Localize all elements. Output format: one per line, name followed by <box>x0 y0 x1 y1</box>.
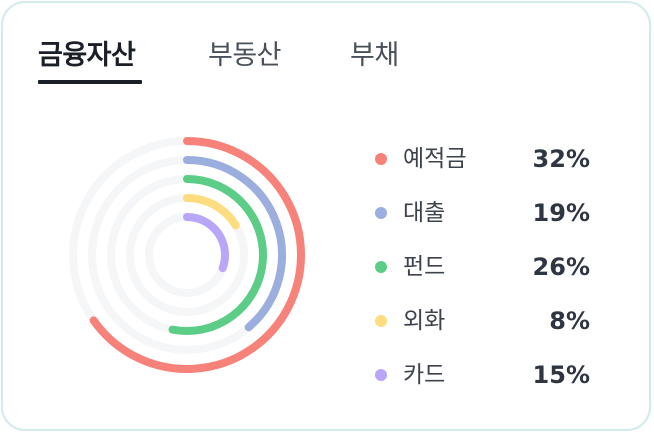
legend-value: 8% <box>549 307 590 335</box>
legend-value: 19% <box>532 199 590 227</box>
legend-dot <box>375 261 387 273</box>
legend-label: 예적금 <box>403 146 467 172</box>
ring-arc-5 <box>183 213 229 273</box>
legend-label: 카드 <box>403 362 446 388</box>
legend-item-foreign-currency: 외화 8% <box>375 306 590 336</box>
legend-value: 32% <box>532 145 590 173</box>
legend-dot <box>375 369 387 381</box>
ring-arc-2 <box>183 156 286 332</box>
legend-dot <box>375 207 387 219</box>
legend-dot <box>375 153 387 165</box>
legend-item-deposits: 예적금 32% <box>375 144 590 174</box>
legend-dot <box>375 315 387 327</box>
legend-value: 26% <box>532 253 590 281</box>
legend-label: 대출 <box>403 200 446 226</box>
ring-arc-1 <box>89 137 305 373</box>
legend-item-loans: 대출 19% <box>375 198 590 228</box>
legend-value: 15% <box>532 361 590 389</box>
legend-item-funds: 펀드 26% <box>375 252 590 282</box>
legend-item-cards: 카드 15% <box>375 360 590 390</box>
legend-label: 펀드 <box>403 254 446 280</box>
legend-label: 외화 <box>403 308 446 334</box>
